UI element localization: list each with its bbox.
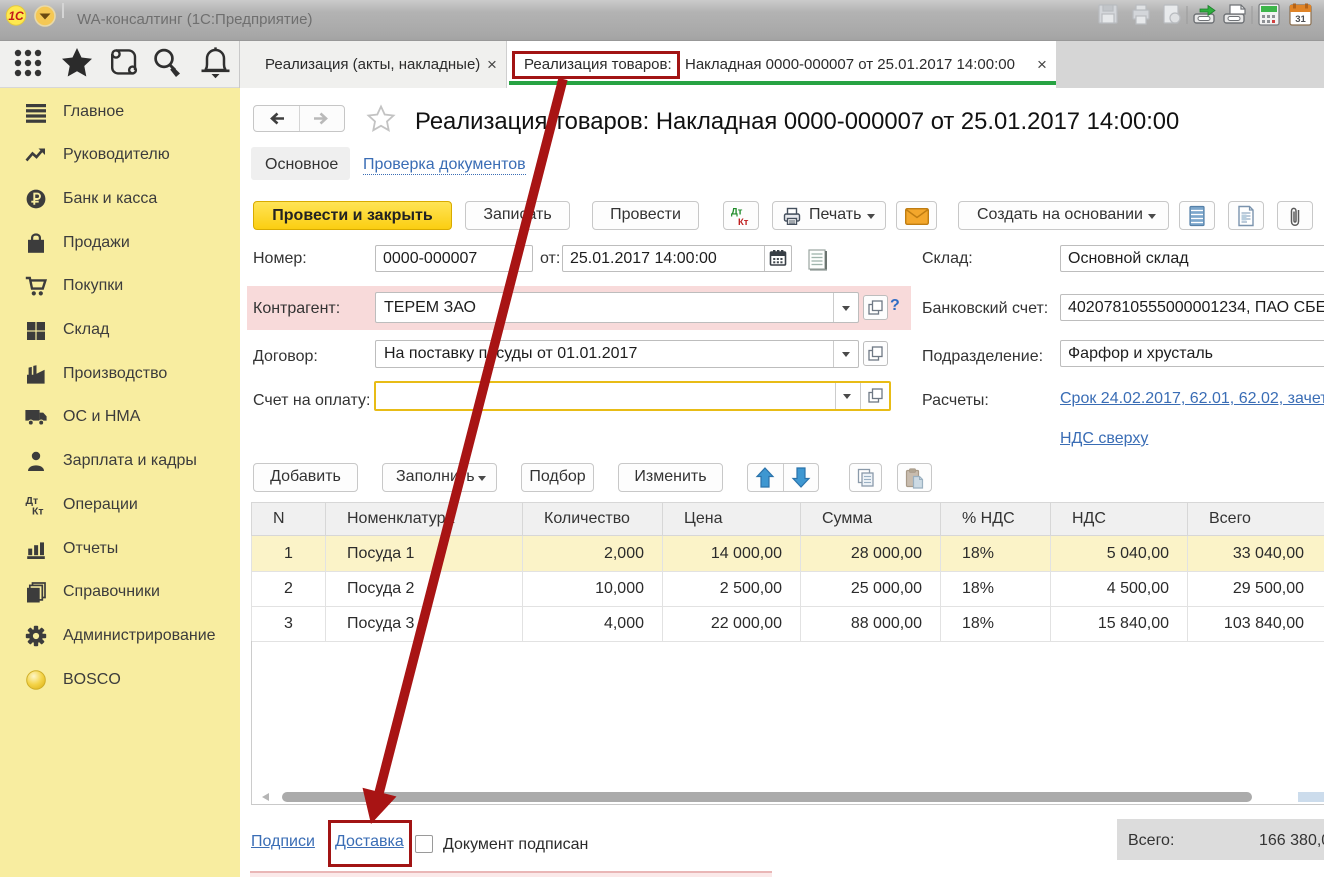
svg-text:Кт: Кт <box>738 217 749 227</box>
svg-text:Кт: Кт <box>32 506 44 517</box>
svg-text:31: 31 <box>1295 14 1306 25</box>
svg-text:Дт: Дт <box>731 207 743 218</box>
svg-text:1С: 1С <box>8 9 24 23</box>
